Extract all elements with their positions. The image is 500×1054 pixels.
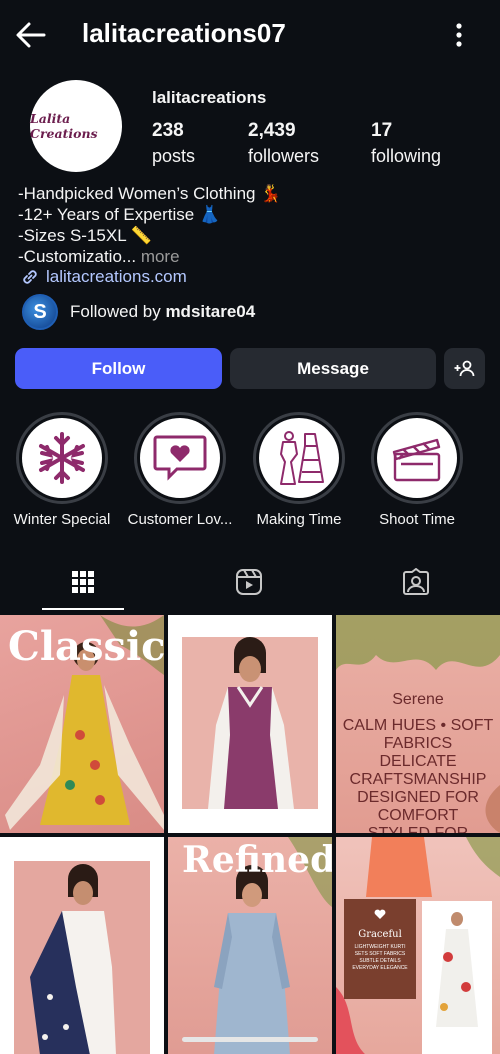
followed-by-text: Followed by mdsitare04 <box>70 302 255 322</box>
post-tile[interactable]: Classic <box>0 615 164 833</box>
followed-by[interactable]: S Followed by mdsitare04 <box>22 294 255 330</box>
arrow-left-icon[interactable] <box>14 18 48 52</box>
profile-website-link[interactable]: lalitacreations.com <box>20 267 187 287</box>
bio-line: -Customizatio... <box>18 247 137 266</box>
post-caption-line: DESIGNED FOR COMFORT <box>357 789 479 824</box>
highlight-ring <box>134 412 226 504</box>
highlight-ring <box>371 412 463 504</box>
followed-by-prefix: Followed by <box>70 302 166 321</box>
profile-bio: -Handpicked Women’s Clothing 💃 -12+ Year… <box>18 183 281 267</box>
highlight-winter-special[interactable]: Winter Special <box>7 412 117 528</box>
post-caption-line: DELICATE CRAFTSMANSHIP <box>349 753 487 788</box>
bio-line-truncated: -Customizatio... more <box>18 246 281 267</box>
post-tile[interactable]: Refined <box>168 837 332 1054</box>
highlight-label: Customer Lov... <box>127 511 233 528</box>
post-tile[interactable] <box>0 837 164 1054</box>
grid-icon <box>72 571 94 593</box>
highlight-customer-love[interactable]: Customer Lov... <box>125 412 235 528</box>
snowflake-icon <box>39 432 85 484</box>
message-button[interactable]: Message <box>230 348 436 389</box>
bio-more-button[interactable]: more <box>136 247 180 266</box>
post-caption-line: STYLED FOR ELEGANCE <box>336 825 500 833</box>
post-title: Serene <box>392 691 444 708</box>
avatar-logo-text: Lalita Creations <box>30 111 98 141</box>
highlight-label: Making Time <box>256 511 342 528</box>
stat-following[interactable]: 17 following <box>371 120 441 167</box>
highlight-shoot-time[interactable]: Shoot Time <box>362 412 472 528</box>
profile-tabs <box>0 556 500 612</box>
highlight-cover <box>259 418 339 498</box>
follower-avatar-letter: S <box>33 300 47 323</box>
clapperboard-icon <box>392 438 441 482</box>
stat-posts-label: posts <box>152 146 196 166</box>
heart-icon <box>374 909 386 919</box>
highlight-ring <box>253 412 345 504</box>
stat-following-label: following <box>371 146 442 166</box>
post-tile[interactable]: Serene CALM HUES • SOFT FABRICS DELICATE… <box>336 615 500 833</box>
stat-followers-label: followers <box>248 146 320 166</box>
highlight-making-time[interactable]: Making Time <box>244 412 354 528</box>
tab-tagged[interactable] <box>396 564 436 600</box>
stat-posts[interactable]: 238 posts <box>152 120 195 167</box>
reels-icon <box>236 569 262 595</box>
stat-followers[interactable]: 2,439 followers <box>248 120 319 167</box>
bio-line: -Handpicked Women’s Clothing 💃 <box>18 184 282 203</box>
stat-posts-value: 238 <box>152 120 184 141</box>
bio-line: -Sizes S-15XL 📏 <box>18 226 152 245</box>
post-title: Graceful <box>358 929 402 940</box>
website-link-text: lalitacreations.com <box>46 267 187 286</box>
tagged-icon <box>403 568 429 595</box>
post-caption-line: LIGHTWEIGHT KURTI <box>354 944 406 950</box>
top-bar: lalitacreations07 <box>0 0 500 70</box>
tab-posts[interactable] <box>63 564 103 600</box>
post-caption-card: Graceful LIGHTWEIGHT KURTI SETS SOFT FAB… <box>344 899 416 999</box>
profile-avatar[interactable]: Lalita Creations <box>30 80 122 172</box>
post-image <box>14 861 150 1054</box>
add-person-button[interactable] <box>444 348 485 389</box>
post-caption-line: CALM HUES • SOFT FABRICS <box>342 717 494 752</box>
highlight-label: Shoot Time <box>379 511 455 528</box>
mannequin-icon <box>280 431 324 485</box>
more-vertical-icon[interactable] <box>446 20 472 50</box>
heart-message-icon <box>153 435 207 481</box>
link-icon <box>23 270 37 284</box>
post-tile[interactable] <box>168 615 332 833</box>
followed-by-user: mdsitare04 <box>165 302 256 321</box>
post-tile[interactable]: Graceful LIGHTWEIGHT KURTI SETS SOFT FAB… <box>336 837 500 1054</box>
home-indicator[interactable] <box>182 1037 318 1042</box>
active-tab-indicator <box>42 608 124 610</box>
highlight-cover <box>22 418 102 498</box>
add-person-icon <box>454 360 474 376</box>
highlight-cover <box>377 418 457 498</box>
post-caption: CALM HUES • SOFT FABRICS DELICATE CRAFTS… <box>336 717 500 833</box>
post-title: Classic <box>8 623 164 670</box>
follower-avatar: S <box>22 294 58 330</box>
stat-following-value: 17 <box>371 120 393 141</box>
post-caption-line: SETS SOFT FABRICS <box>354 951 406 957</box>
post-image <box>182 637 318 809</box>
tab-reels[interactable] <box>229 564 269 600</box>
post-caption-line: SUBTLE DETAILS <box>359 958 401 964</box>
bio-line: -12+ Years of Expertise 👗 <box>18 205 221 224</box>
follow-button[interactable]: Follow <box>15 348 222 389</box>
highlight-label: Winter Special <box>13 511 111 528</box>
profile-username: lalitacreations07 <box>82 18 286 48</box>
post-title: Refined <box>182 839 332 881</box>
post-caption-line: EVERYDAY ELEGANCE <box>352 965 408 971</box>
highlight-cover <box>140 418 220 498</box>
post-caption: LIGHTWEIGHT KURTI SETS SOFT FABRICS SUBT… <box>344 944 416 972</box>
display-name: lalitacreations <box>152 88 267 107</box>
highlight-ring <box>16 412 108 504</box>
stat-followers-value: 2,439 <box>248 120 296 141</box>
